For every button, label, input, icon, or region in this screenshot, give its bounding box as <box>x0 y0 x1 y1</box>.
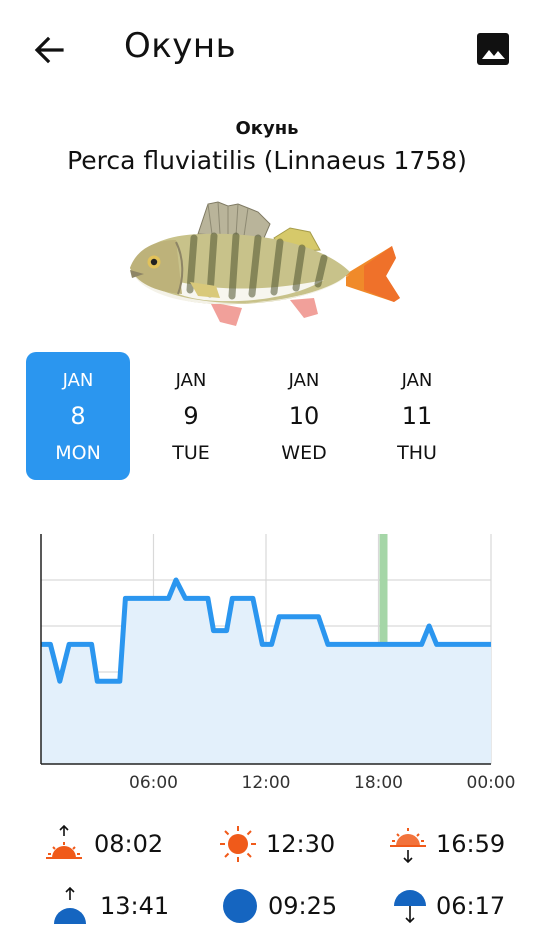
page-title: Окунь <box>124 26 237 66</box>
solar-noon: 12:30 <box>218 816 348 872</box>
back-button[interactable] <box>30 30 70 70</box>
day-number: 9 <box>183 402 199 430</box>
sunrise: 08:02 <box>44 816 174 872</box>
day-tab-1[interactable]: JAN 8 MON <box>26 352 130 480</box>
day-month: JAN <box>62 370 94 391</box>
fish-illustration <box>130 201 400 326</box>
moonset-icon <box>394 890 426 924</box>
moonrise: 13:41 <box>50 878 180 934</box>
day-month: JAN <box>175 370 207 391</box>
day-tab-3[interactable]: JAN 10 WED <box>252 352 356 480</box>
day-number: 10 <box>288 402 320 430</box>
moonset: 06:17 <box>390 878 520 934</box>
day-weekday: MON <box>55 442 101 464</box>
sun-icon <box>220 826 256 862</box>
fish-latin-name: Perca fluviatilis (Linnaeus 1758) <box>67 146 467 175</box>
app-bar: Окунь <box>0 0 534 96</box>
day-tab-4[interactable]: JAN 11 THU <box>365 352 469 480</box>
x-tick-label: 06:00 <box>129 773 178 793</box>
moon-times: 13:41 09:25 06:17 <box>0 878 534 934</box>
day-month: JAN <box>288 370 320 391</box>
sunrise-icon <box>46 824 82 859</box>
activity-chart: 06:00 12:00 18:00 00:00 <box>40 534 516 793</box>
noon-time: 12:30 <box>266 830 336 858</box>
x-tick-label: 18:00 <box>354 773 403 793</box>
image-icon <box>477 33 509 65</box>
day-weekday: TUE <box>172 442 210 464</box>
day-tab-2[interactable]: JAN 9 TUE <box>139 352 243 480</box>
x-tick-labels: 06:00 12:00 18:00 00:00 <box>129 773 516 793</box>
arrow-left-icon <box>34 36 64 64</box>
day-weekday: WED <box>281 442 327 464</box>
sunrise-time: 08:02 <box>94 830 164 858</box>
moon-phase: 09:25 <box>220 878 350 934</box>
sunset-time: 16:59 <box>436 830 506 858</box>
day-number: 8 <box>70 402 86 430</box>
day-month: JAN <box>401 370 433 391</box>
fish-common-name: Окунь <box>235 118 299 139</box>
moon-phase-time: 09:25 <box>268 892 338 920</box>
day-selector: JAN 8 MON JAN 9 TUE JAN 10 WED JAN 11 TH… <box>26 352 506 480</box>
x-tick-label: 00:00 <box>467 773 516 793</box>
sunset-icon <box>390 828 426 864</box>
day-number: 11 <box>401 402 433 430</box>
sunset: 16:59 <box>388 816 518 872</box>
moonrise-time: 13:41 <box>100 892 170 920</box>
sun-times: 08:02 12:30 16:59 <box>0 816 534 872</box>
moon-icon <box>223 889 257 923</box>
moonset-time: 06:17 <box>436 892 506 920</box>
image-button[interactable] <box>474 30 512 68</box>
moonrise-icon <box>54 886 86 924</box>
x-tick-label: 12:00 <box>242 773 291 793</box>
day-weekday: THU <box>397 442 437 464</box>
